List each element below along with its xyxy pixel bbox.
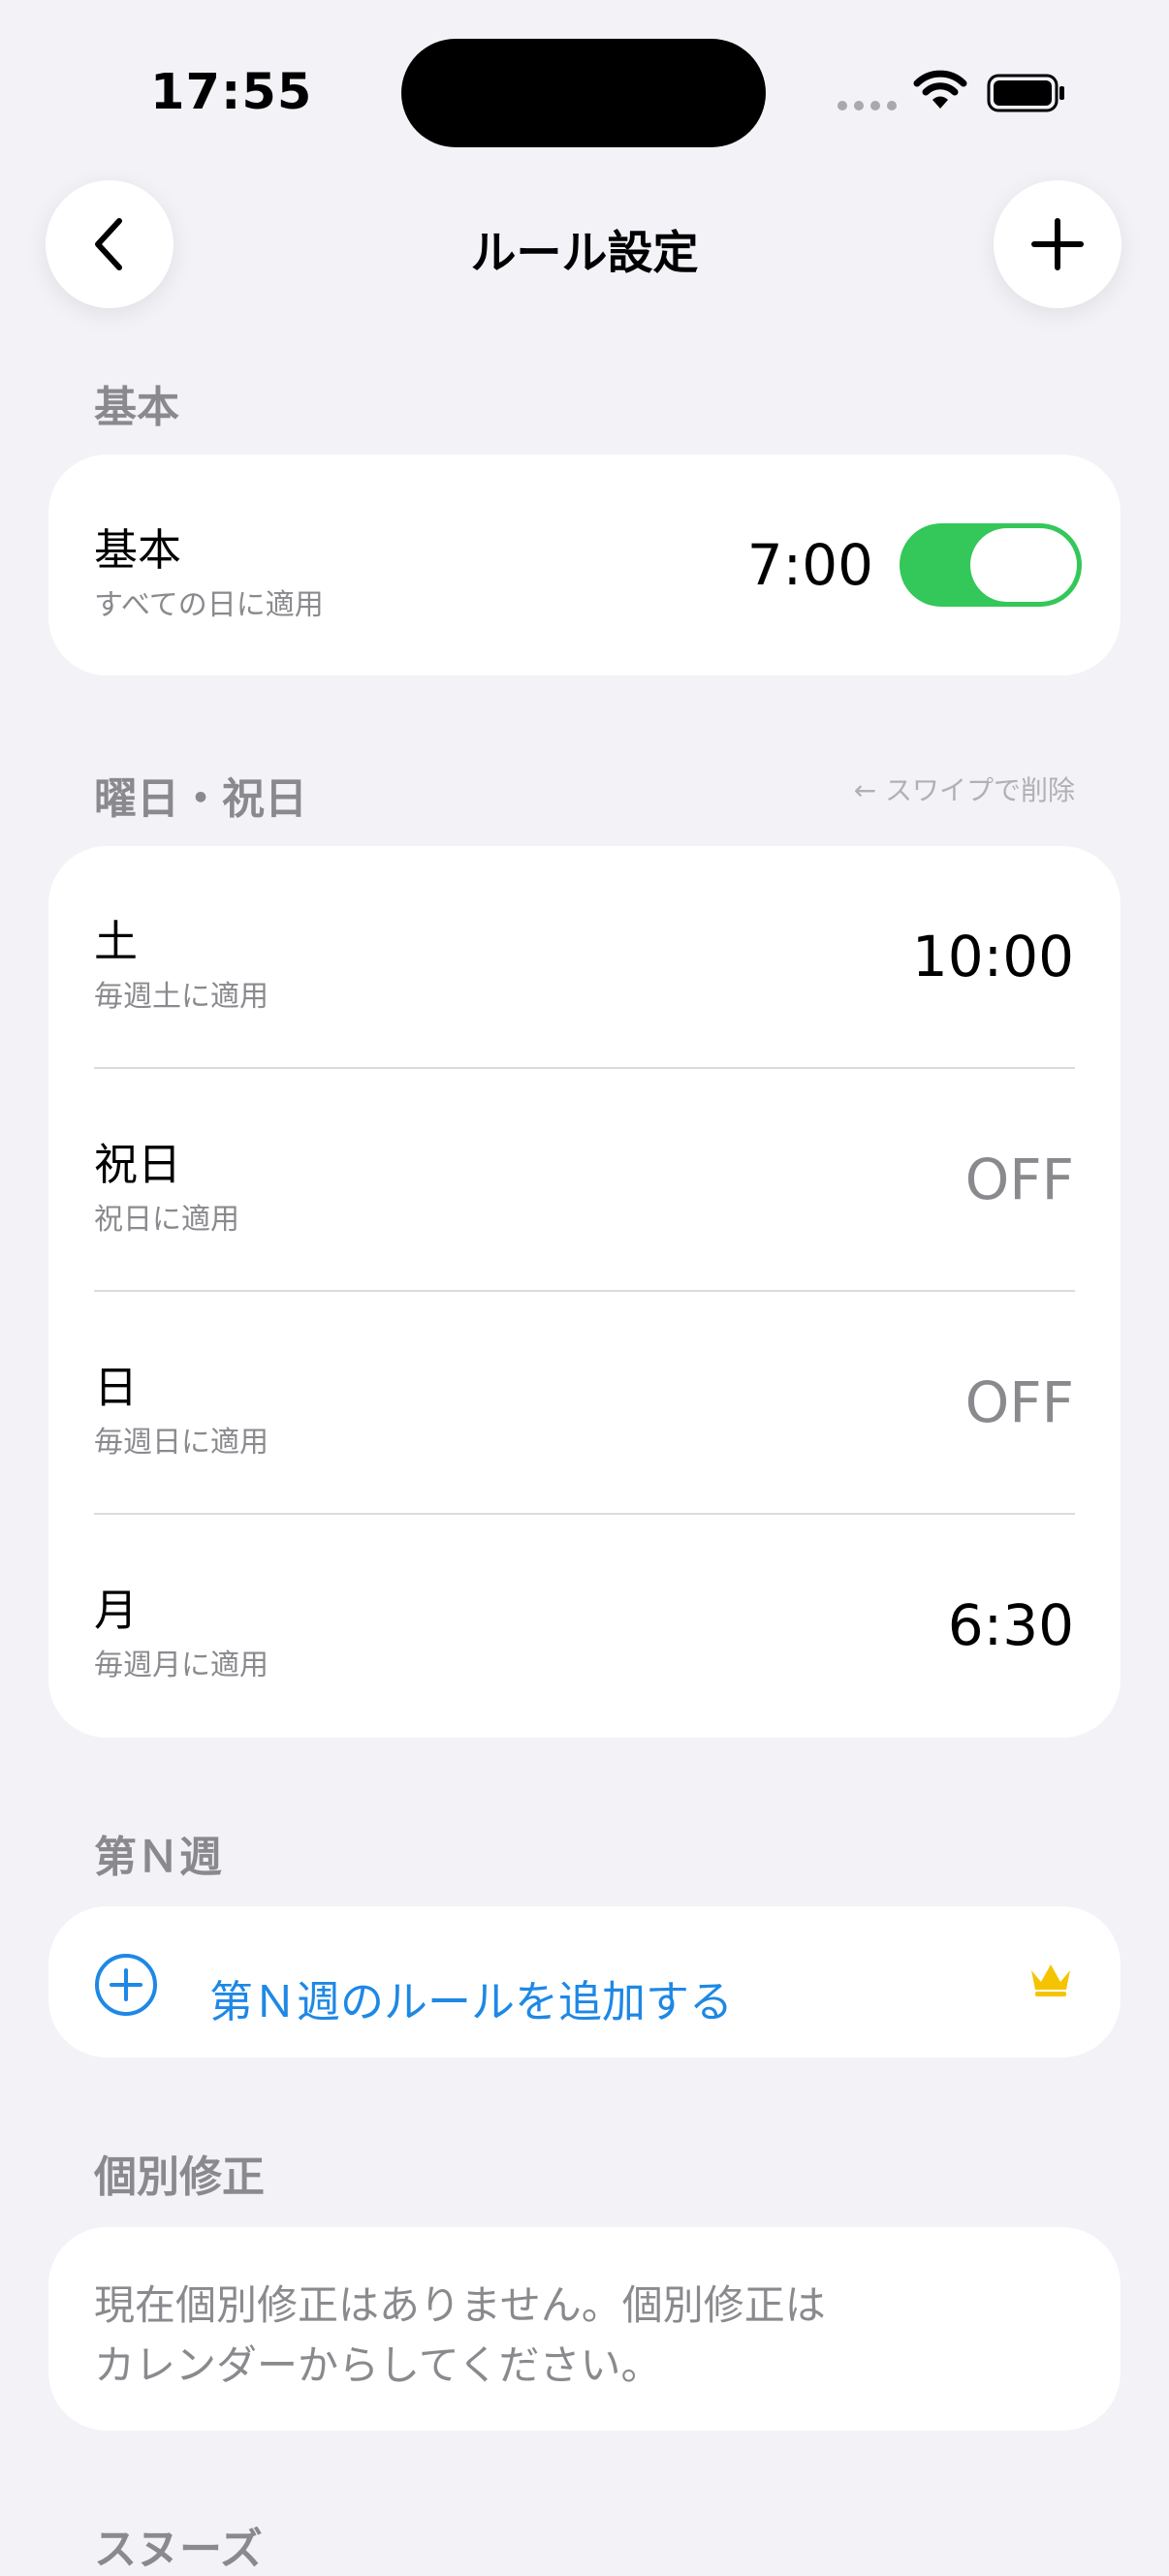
rule-time: 6:30 [947,1592,1074,1658]
weekday-rules-card: 土 毎週土に適用 10:00 祝日 祝日に適用 OFF 日 毎週日に適用 OFF… [48,846,1121,1738]
add-rule-button[interactable] [994,180,1122,308]
rule-subtitle: 毎週日に適用 [94,1426,269,1460]
list-item-saturday[interactable]: 土 毎週土に適用 10:00 [48,846,1121,1069]
add-nth-week-label: 第Ｎ週のルールを追加する [209,1976,734,2027]
section-header-snooze: スヌーズ [94,2525,263,2574]
cellular-signal-icon [837,101,897,110]
dynamic-island [401,39,766,147]
rule-title: 日 [94,1362,139,1413]
rule-subtitle: 祝日に適用 [94,1203,239,1237]
battery-icon [987,74,1066,116]
crown-icon [1031,1964,1070,1996]
plus-icon [1031,218,1084,270]
section-header-weekday: 曜日・祝日 [94,774,307,824]
rule-subtitle: 毎週月に適用 [94,1649,269,1682]
section-header-nth-week: 第Ｎ週 [94,1833,222,1882]
basic-rule-card[interactable]: 基本 すべての日に適用 7:00 [48,455,1121,675]
section-header-basic: 基本 [94,383,179,432]
section-header-individual: 個別修正 [94,2152,265,2202]
rule-value: OFF [964,1147,1074,1212]
swipe-hint: ← スワイプで削除 [853,774,1075,806]
rule-value: OFF [964,1369,1074,1435]
rule-title: 基本 [94,524,182,576]
list-item-sunday[interactable]: 日 毎週日に適用 OFF [48,1292,1121,1515]
rule-title: 月 [94,1585,139,1636]
rule-title: 土 [94,916,139,967]
list-item-monday[interactable]: 月 毎週月に適用 6:30 [48,1515,1121,1738]
add-nth-week-rule-button[interactable]: 第Ｎ週のルールを追加する [48,1906,1121,2058]
rule-subtitle: 毎週土に適用 [94,980,269,1014]
rule-subtitle: すべての日に適用 [94,588,324,622]
add-circle-icon [95,1954,157,2016]
empty-state-text: 現在個別修正はありません。個別修正は カレンダーからしてください。 [94,2281,826,2389]
individual-empty-card: 現在個別修正はありません。個別修正は カレンダーからしてください。 [48,2227,1121,2431]
status-time: 17:55 [150,64,313,121]
rule-time: 10:00 [911,924,1074,990]
basic-rule-toggle[interactable] [900,523,1082,607]
rule-time[interactable]: 7:00 [747,532,873,598]
wifi-icon [913,70,967,114]
list-item-holiday[interactable]: 祝日 祝日に適用 OFF [48,1069,1121,1292]
rule-title: 祝日 [94,1139,182,1190]
